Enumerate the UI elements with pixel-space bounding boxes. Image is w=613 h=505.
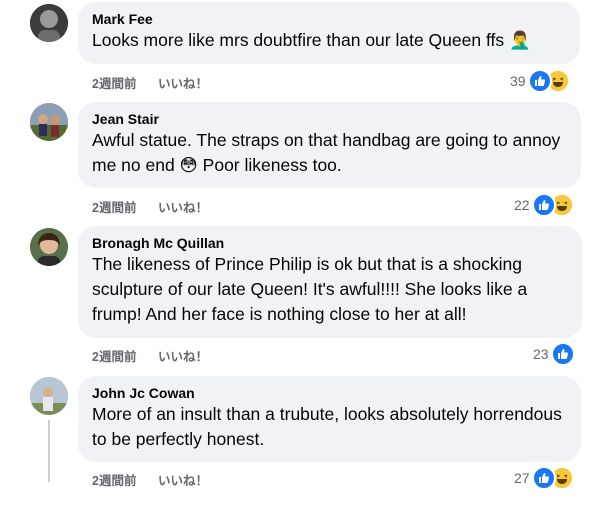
comment-actions: 2週間前 いいね！: [92, 73, 226, 92]
like-button[interactable]: いいね！: [158, 201, 208, 215]
comment-bubble: Bronagh Mc Quillan The likeness of Princ…: [78, 226, 582, 338]
avatar[interactable]: [30, 228, 68, 266]
comment-bubble: John Jc Cowan More of an insult than a t…: [78, 376, 581, 462]
comment-actions: 2週間前 いいね！: [92, 346, 226, 365]
avatar[interactable]: [30, 103, 68, 141]
avatar[interactable]: [30, 4, 68, 42]
comment-text: Awful statue. The straps on that handbag…: [92, 130, 561, 175]
comment-time[interactable]: 2週間前: [92, 201, 136, 215]
avatar-photo: [30, 228, 68, 266]
comment-author[interactable]: Bronagh Mc Quillan: [92, 234, 568, 252]
thumbs-up-icon: [550, 342, 575, 366]
comment-author[interactable]: John Jc Cowan: [92, 384, 567, 402]
comment-bubble: Jean Stair Awful statue. The straps on t…: [78, 102, 581, 188]
comment-actions: 2週間前 いいね！: [92, 197, 226, 216]
comment-author[interactable]: Jean Stair: [92, 110, 567, 128]
comment-text: More of an insult than a trubute, looks …: [92, 404, 562, 449]
comment-text: Looks more like mrs doubtfire than our l…: [92, 30, 531, 50]
reaction-count: 27: [514, 470, 530, 486]
reaction-summary[interactable]: 39: [510, 69, 570, 93]
thumbs-up-icon: [527, 69, 552, 93]
comment-author[interactable]: Mark Fee: [92, 10, 566, 28]
thumbs-up-icon: [531, 466, 556, 490]
comment-time[interactable]: 2週間前: [92, 474, 136, 488]
comment-actions: 2週間前 いいね！: [92, 470, 226, 489]
avatar-photo: [30, 377, 68, 415]
like-button[interactable]: いいね！: [158, 350, 208, 364]
like-button[interactable]: いいね！: [158, 474, 208, 488]
reaction-summary[interactable]: 27: [514, 466, 574, 490]
reply-thread-line: [48, 420, 50, 482]
avatar-photo: [30, 103, 68, 141]
comment-text: The likeness of Prince Philip is ok but …: [92, 254, 528, 324]
like-button[interactable]: いいね！: [158, 77, 208, 91]
reaction-count: 23: [533, 346, 549, 362]
comment-bubble: Mark Fee Looks more like mrs doubtfire t…: [78, 2, 580, 64]
reaction-summary[interactable]: 22: [514, 193, 574, 217]
reaction-count: 39: [510, 73, 526, 89]
comment-time[interactable]: 2週間前: [92, 350, 136, 364]
avatar-photo: [30, 4, 68, 42]
reaction-count: 22: [514, 197, 530, 213]
thumbs-up-icon: [531, 193, 556, 217]
avatar[interactable]: [30, 377, 68, 415]
comment-time[interactable]: 2週間前: [92, 77, 136, 91]
reaction-summary[interactable]: 23: [533, 342, 575, 366]
